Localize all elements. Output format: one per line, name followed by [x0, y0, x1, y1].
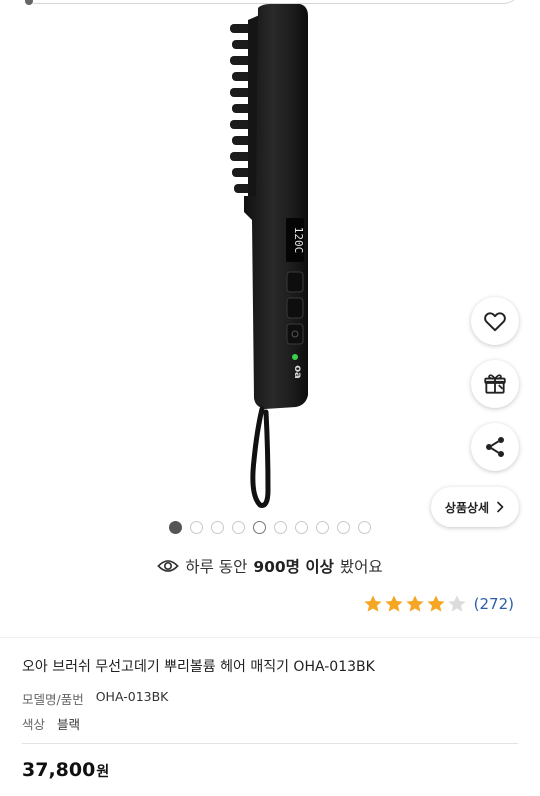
price-value: 37,800: [22, 759, 96, 781]
wishlist-button[interactable]: [471, 297, 519, 345]
temperature-display: 120C: [292, 227, 305, 254]
price-currency: 원: [96, 764, 110, 780]
spec-model: 모델명/품번 OHA-013BK: [22, 689, 168, 708]
pagination-dot[interactable]: [337, 521, 350, 534]
pagination-dot[interactable]: [169, 521, 182, 534]
review-count-link[interactable]: (272): [474, 595, 514, 613]
price: 37,800 원: [22, 759, 109, 781]
svg-text:oa: oa: [292, 365, 303, 379]
product-detail-button[interactable]: 상품상세: [431, 487, 519, 527]
product-title: 오아 브러쉬 무선고데기 뿌리볼륨 헤어 매직기 OHA-013BK: [22, 659, 375, 675]
spec-model-label: 모델명/품번: [22, 692, 84, 707]
share-icon: [486, 437, 504, 457]
rating[interactable]: (272): [363, 594, 514, 614]
pagination-dot[interactable]: [211, 521, 224, 534]
spec-model-value: OHA-013BK: [95, 689, 169, 704]
product-image-gallery[interactable]: 120C oa 상품상세: [0, 0, 540, 545]
pagination-dot[interactable]: [232, 521, 245, 534]
gallery-pagination: [169, 521, 371, 534]
pagination-dot[interactable]: [190, 521, 203, 534]
spec-color-value: 블랙: [57, 717, 81, 732]
product-detail-label: 상품상세: [444, 500, 490, 515]
star-icon: [427, 595, 445, 612]
viewer-prefix: 하루 동안: [185, 558, 248, 576]
viewer-suffix: 봤어요: [339, 558, 383, 576]
viewer-count: 하루 동안 900명 이상 봤어요: [0, 555, 540, 577]
star-icon: [364, 595, 382, 612]
share-button[interactable]: [471, 423, 519, 471]
star-icon: [385, 595, 403, 612]
eye-icon: [157, 560, 180, 572]
star-icon: [406, 595, 424, 612]
gift-icon: [484, 374, 506, 394]
pagination-dot[interactable]: [253, 521, 266, 534]
divider: [22, 743, 518, 744]
spec-color-label: 색상: [22, 717, 46, 732]
pagination-dot[interactable]: [295, 521, 308, 534]
gift-button[interactable]: [471, 360, 519, 408]
pagination-dot[interactable]: [316, 521, 329, 534]
star-icon: [448, 595, 466, 612]
product-image[interactable]: 120C oa: [200, 0, 330, 510]
heart-icon: [484, 312, 506, 332]
section-divider: [0, 637, 540, 638]
chevron-right-icon: [497, 501, 504, 513]
viewer-highlight: 900명 이상: [253, 558, 334, 576]
pagination-dot[interactable]: [358, 521, 371, 534]
spec-color: 색상 블랙: [22, 714, 80, 733]
pagination-dot[interactable]: [274, 521, 287, 534]
